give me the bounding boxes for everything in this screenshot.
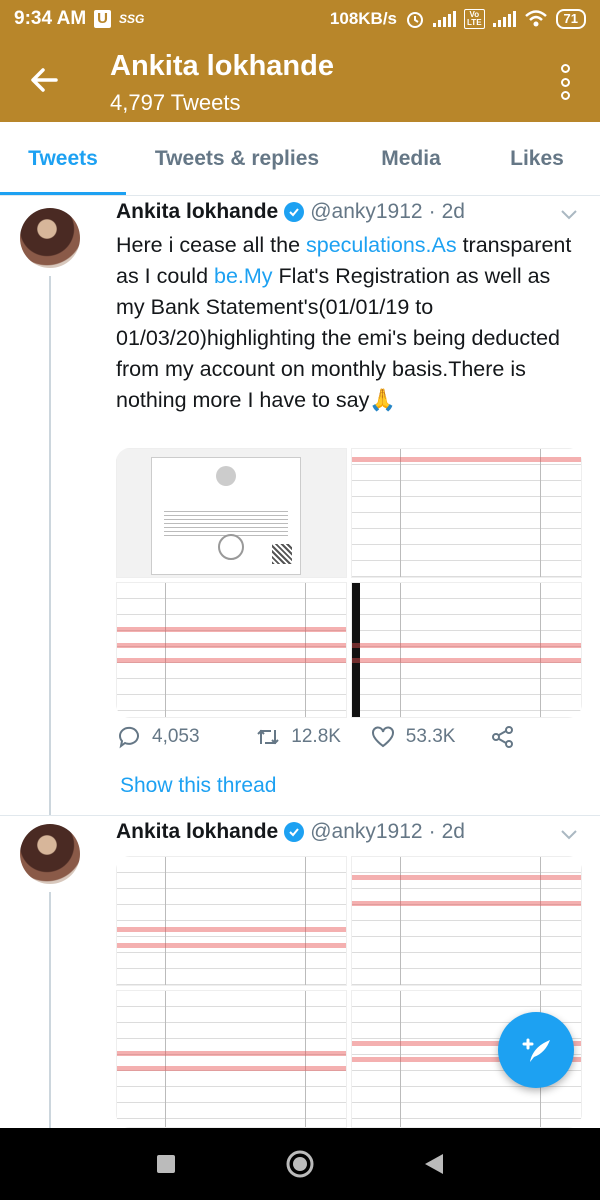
media-image-bank-statement[interactable]: [116, 990, 347, 1128]
battery-icon: 71: [555, 9, 586, 29]
highlight-row: [117, 627, 346, 632]
carrier-tag: SSG: [119, 12, 145, 26]
highlight-row: [352, 875, 581, 880]
tweet-text-part: Here i cease all the: [116, 233, 307, 257]
u-app-icon: U: [94, 10, 111, 28]
media-image-bank-statement[interactable]: [116, 856, 347, 986]
verified-badge-icon: [284, 202, 305, 222]
tweet-text: Here i cease all the speculations.As tra…: [116, 230, 576, 416]
profile-header: Ankita lokhande 4,797 Tweets: [0, 38, 600, 122]
compose-tweet-icon: [522, 1038, 550, 1062]
compose-tweet-button[interactable]: [498, 1012, 574, 1088]
highlight-row: [117, 1066, 346, 1071]
scan-edge: [352, 583, 360, 717]
retweet-icon: [257, 729, 280, 745]
emblem-icon: [216, 466, 236, 486]
clock: 9:34 AM: [14, 8, 87, 29]
tweet-2[interactable]: Ankita lokhande @anky1912 · 2d: [0, 816, 600, 1128]
show-thread-link[interactable]: Show this thread: [120, 774, 276, 798]
separator-dot: ·: [428, 200, 436, 223]
highlight-row: [352, 643, 581, 648]
author-name[interactable]: Ankita lokhande: [116, 820, 278, 844]
like-count: 53.3K: [405, 726, 456, 747]
qr-code-icon: [272, 544, 292, 564]
share-icon: [492, 726, 513, 748]
author-handle[interactable]: @anky1912: [310, 820, 422, 844]
chevron-down-icon[interactable]: [560, 826, 578, 844]
avatar[interactable]: [20, 208, 80, 268]
arrow-left-icon[interactable]: [26, 62, 62, 98]
tweet-link-speculations[interactable]: speculations.As: [306, 233, 457, 257]
volte-icon: Vo LTE: [464, 9, 485, 29]
network-speed: 108KB/s: [329, 9, 398, 28]
tweet-media-grid[interactable]: [116, 448, 582, 718]
highlight-row: [352, 658, 581, 663]
statement-rows: [117, 991, 346, 1127]
alarm-icon: [407, 12, 424, 28]
more-vertical-icon[interactable]: [558, 64, 572, 100]
back-icon[interactable]: [423, 1152, 445, 1176]
tweet-count: 4,797 Tweets: [110, 90, 241, 115]
status-bar: 9:34 AM U SSG 108KB/s Vo LTE 71: [0, 0, 600, 38]
stamp-paper-graphic: [151, 457, 301, 575]
avatar[interactable]: [20, 824, 80, 884]
chevron-down-icon[interactable]: [560, 206, 578, 224]
highlight-row: [352, 901, 581, 906]
retweet-button[interactable]: 12.8K: [255, 724, 369, 750]
tweet-time[interactable]: 2d: [442, 820, 465, 844]
highlight-row: [117, 1051, 346, 1056]
share-button[interactable]: [490, 724, 516, 750]
heart-icon: [371, 726, 394, 748]
signal-icon: [433, 11, 457, 27]
stamp-text-lines: [164, 508, 288, 538]
profile-name-title: Ankita lokhande: [110, 50, 334, 82]
reply-icon: [118, 726, 139, 749]
highlight-row: [117, 643, 346, 648]
verified-badge-icon: [284, 822, 305, 842]
statement-rows: [352, 583, 581, 717]
tweet-actions: 4,053 12.8K 53.3K: [116, 724, 516, 750]
retweet-count: 12.8K: [291, 726, 341, 747]
statement-rows: [117, 583, 346, 717]
statement-rows: [352, 449, 581, 577]
author-handle[interactable]: @anky1912: [310, 200, 422, 224]
tweet-media-grid[interactable]: [116, 856, 582, 1128]
reply-count: 4,053: [152, 726, 200, 747]
seal-icon: [218, 534, 244, 560]
tweet-1[interactable]: Ankita lokhande @anky1912 · 2d Here i ce…: [0, 196, 600, 816]
media-image-stamp-paper[interactable]: [116, 448, 347, 578]
tweet-header: Ankita lokhande @anky1912 · 2d: [116, 200, 465, 224]
reply-button[interactable]: 4,053: [116, 724, 255, 750]
media-image-bank-statement[interactable]: [351, 582, 582, 718]
statement-rows: [117, 857, 346, 985]
recent-apps-icon[interactable]: [155, 1153, 177, 1175]
tab-tweets-and-replies[interactable]: Tweets & replies: [126, 122, 348, 195]
highlight-row: [117, 943, 346, 948]
thread-connector: [49, 276, 51, 816]
profile-tabs: Tweets Tweets & replies Media Likes: [0, 122, 600, 196]
tab-likes[interactable]: Likes: [474, 122, 600, 195]
wifi-icon: [524, 10, 547, 27]
media-image-bank-statement[interactable]: [351, 856, 582, 986]
signal-icon-2: [492, 11, 516, 27]
author-name[interactable]: Ankita lokhande: [116, 200, 278, 224]
separator-dot: ·: [428, 820, 436, 843]
highlight-row: [117, 927, 346, 932]
tweet-header: Ankita lokhande @anky1912 · 2d: [116, 820, 465, 844]
system-nav-bar: [0, 1128, 600, 1200]
media-image-bank-statement[interactable]: [351, 448, 582, 578]
tab-tweets[interactable]: Tweets: [0, 122, 126, 195]
media-image-bank-statement[interactable]: [116, 582, 347, 718]
like-button[interactable]: 53.3K: [370, 724, 490, 750]
highlight-row: [352, 457, 581, 462]
home-icon[interactable]: [285, 1149, 315, 1179]
tab-media[interactable]: Media: [348, 122, 474, 195]
thread-connector: [49, 892, 51, 1128]
highlight-row: [117, 658, 346, 663]
tweet-link-be-my[interactable]: be.My: [214, 264, 273, 288]
tweet-time[interactable]: 2d: [442, 200, 465, 224]
